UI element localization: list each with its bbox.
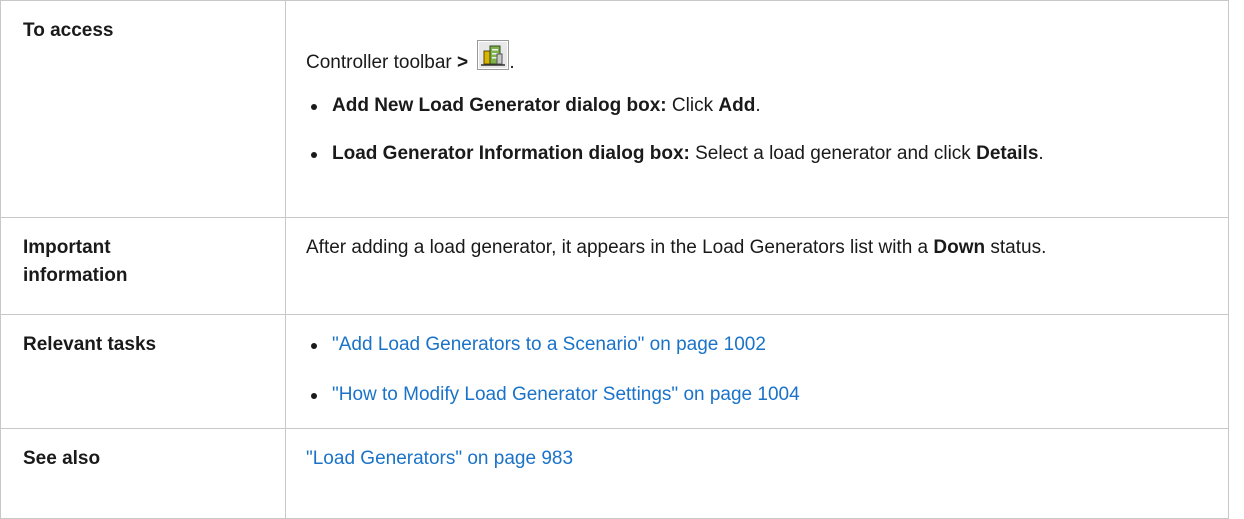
list-item: Add New Load Generator dialog box: Click… xyxy=(306,92,1228,120)
text-part: status. xyxy=(985,237,1047,258)
label-text: Relevant tasks xyxy=(23,334,157,355)
table-row-access: To access Controller toolbar > . Add New… xyxy=(0,0,1229,218)
item-bold: Load Generator Information dialog box: xyxy=(332,143,690,164)
important-text: After adding a load generator, it appear… xyxy=(306,234,1206,262)
row-content-see-also: "Load Generators" on page 983 xyxy=(285,428,1229,519)
text-part: After adding a load generator, it appear… xyxy=(306,237,934,258)
reference-table: To access Controller toolbar > . Add New… xyxy=(0,0,1229,519)
load-generators-toolbar-icon[interactable] xyxy=(477,40,510,70)
list-item: "Add Load Generators to a Scenario" on p… xyxy=(306,331,1228,359)
see-also-link[interactable]: "Load Generators" on page 983 xyxy=(306,448,573,469)
task-link-add-load-generators[interactable]: "Add Load Generators to a Scenario" on p… xyxy=(332,334,766,355)
item-bold2: Details xyxy=(976,143,1039,164)
item-bold2: Add xyxy=(718,95,756,116)
row-label-tasks: Relevant tasks xyxy=(0,314,286,429)
item-text2: . xyxy=(755,95,761,116)
list-item: "How to Modify Load Generator Settings" … xyxy=(306,381,1228,409)
item-text2: . xyxy=(1038,143,1044,164)
table-row-see-also: See also "Load Generators" on page 983 xyxy=(0,428,1229,519)
row-label-access: To access xyxy=(0,0,286,218)
item-bold: Add New Load Generator dialog box: xyxy=(332,95,667,116)
table-row-tasks: Relevant tasks "Add Load Generators to a… xyxy=(0,314,1229,429)
row-label-see-also: See also xyxy=(0,428,286,519)
status-down: Down xyxy=(933,237,986,258)
access-intro: Controller toolbar > . xyxy=(306,40,1228,80)
tasks-list: "Add Load Generators to a Scenario" on p… xyxy=(306,331,1228,409)
list-item: Load Generator Information dialog box: S… xyxy=(306,140,1222,168)
row-content-important: After adding a load generator, it appear… xyxy=(285,217,1229,315)
label-text: See also xyxy=(23,448,101,469)
label-line: information xyxy=(23,265,128,286)
item-text: Click xyxy=(666,95,719,116)
separator: > xyxy=(457,52,469,73)
row-content-access: Controller toolbar > . Add New Load Gene… xyxy=(285,0,1229,218)
label-line: Important xyxy=(23,237,111,258)
intro-text: Controller toolbar xyxy=(306,52,452,73)
task-link-modify-settings[interactable]: "How to Modify Load Generator Settings" … xyxy=(332,384,800,405)
row-content-tasks: "Add Load Generators to a Scenario" on p… xyxy=(285,314,1229,429)
table-row-important: Important information After adding a loa… xyxy=(0,217,1229,315)
label-text: To access xyxy=(23,20,114,41)
row-label-important: Important information xyxy=(0,217,286,315)
access-list: Add New Load Generator dialog box: Click… xyxy=(306,92,1228,168)
item-text: Select a load generator and click xyxy=(689,143,977,164)
